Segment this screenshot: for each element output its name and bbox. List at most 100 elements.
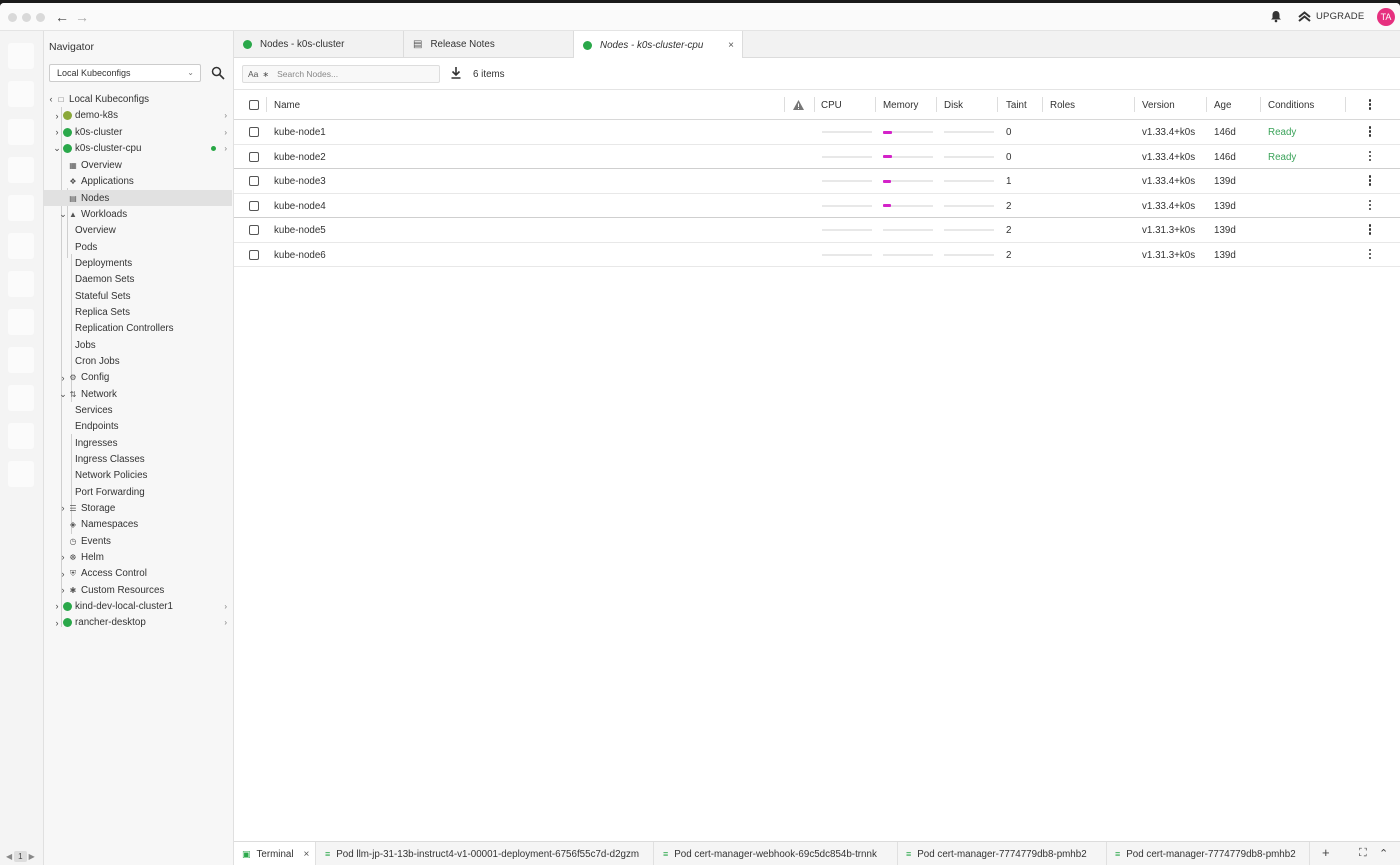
tree-item-daemon-sets[interactable]: Daemon Sets bbox=[75, 272, 134, 288]
hotbar-slot[interactable] bbox=[8, 461, 34, 487]
close-window-button[interactable] bbox=[8, 13, 17, 22]
hotbar-slot[interactable] bbox=[8, 195, 34, 221]
match-case-toggle[interactable]: Aa bbox=[248, 69, 258, 79]
pager-prev-icon[interactable]: ◀ bbox=[6, 852, 12, 861]
maximize-window-button[interactable] bbox=[36, 13, 45, 22]
row-menu-icon[interactable] bbox=[1368, 175, 1372, 187]
chevron-up-icon[interactable]: ⌃ bbox=[1379, 847, 1388, 860]
tree-cluster-k0s-cluster-cpu[interactable]: ⌄ k0s-cluster-cpu › bbox=[52, 141, 232, 157]
upgrade-button[interactable]: UPGRADE bbox=[1298, 11, 1364, 22]
table-row[interactable]: kube-node4 2 v1.33.4+k0s 139d bbox=[234, 193, 1400, 218]
tree-item-replication-controllers[interactable]: Replication Controllers bbox=[75, 321, 174, 337]
tree-cluster-k0s-cluster[interactable]: › k0s-cluster › bbox=[52, 124, 232, 140]
tree-item-applications[interactable]: ❖ Applications bbox=[68, 174, 232, 190]
regex-icon[interactable]: ∗ bbox=[262, 70, 269, 79]
row-checkbox[interactable] bbox=[249, 176, 259, 186]
dock-tab-pod-logs[interactable]: ≡ Pod cert-manager-webhook-69c5dc854b-tr… bbox=[655, 842, 898, 865]
column-menu-icon[interactable] bbox=[1368, 99, 1372, 111]
column-header-memory[interactable]: Memory bbox=[883, 100, 918, 111]
download-icon[interactable] bbox=[450, 66, 462, 80]
column-header-version[interactable]: Version bbox=[1142, 100, 1175, 111]
column-header-cpu[interactable]: CPU bbox=[821, 100, 842, 111]
hotbar-slot[interactable] bbox=[8, 43, 34, 69]
select-all-checkbox[interactable] bbox=[249, 100, 259, 110]
forward-arrow-icon[interactable]: → bbox=[75, 9, 89, 25]
dock-tab-pod-logs[interactable]: ≡ Pod cert-manager-7774779db8-pmhb2 bbox=[1107, 842, 1310, 865]
dock-tab-terminal[interactable]: ▣ Terminal × bbox=[234, 842, 316, 865]
column-header-conditions[interactable]: Conditions bbox=[1268, 100, 1314, 111]
dock-tab-pod-logs[interactable]: ≡ Pod cert-manager-7774779db8-pmhb2 bbox=[898, 842, 1107, 865]
tree-cluster-demo-k8s[interactable]: › demo-k8s › bbox=[52, 108, 232, 124]
tree-group-storage[interactable]: › ☰ Storage bbox=[58, 500, 232, 516]
fullscreen-icon[interactable]: ⛶ bbox=[1359, 847, 1367, 860]
tree-item-services[interactable]: Services bbox=[75, 402, 113, 418]
dock-tab-pod-logs[interactable]: ≡ Pod llm-jp-31-13b-instruct4-v1-00001-d… bbox=[317, 842, 654, 865]
tree-group-access-control[interactable]: › ⛨ Access Control bbox=[58, 566, 232, 582]
tree-group-network[interactable]: ⌄ ⇅ Network bbox=[58, 386, 232, 402]
new-tab-plus-icon[interactable]: + bbox=[1322, 845, 1330, 860]
hotbar-slot[interactable] bbox=[8, 347, 34, 373]
row-menu-icon[interactable] bbox=[1368, 126, 1372, 138]
tree-item-nodes[interactable]: ▤ Nodes bbox=[44, 190, 232, 206]
search-icon[interactable] bbox=[211, 66, 225, 80]
row-menu-icon[interactable] bbox=[1368, 224, 1372, 236]
column-header-taints[interactable]: Taint bbox=[1006, 100, 1027, 111]
tree-item-workloads-overview[interactable]: Overview bbox=[75, 223, 116, 239]
tree-cluster-rancher-desktop[interactable]: › rancher-desktop › bbox=[52, 615, 232, 631]
row-checkbox[interactable] bbox=[249, 249, 259, 260]
tree-group-custom-resources[interactable]: › ✱ Custom Resources bbox=[58, 582, 232, 598]
tree-item-pods[interactable]: Pods bbox=[75, 239, 97, 255]
column-header-roles[interactable]: Roles bbox=[1050, 100, 1075, 111]
row-checkbox[interactable] bbox=[249, 151, 259, 162]
tree-item-overview[interactable]: ▦ Overview bbox=[68, 157, 232, 173]
tree-cluster-kind-dev-local-cluster1[interactable]: › kind-dev-local-cluster1 › bbox=[52, 598, 232, 614]
avatar[interactable]: TA bbox=[1377, 8, 1395, 26]
row-menu-icon[interactable] bbox=[1368, 150, 1372, 163]
column-header-age[interactable]: Age bbox=[1214, 100, 1231, 111]
table-row[interactable]: kube-node2 0 v1.33.4+k0s 146d Ready bbox=[234, 144, 1400, 169]
table-row[interactable]: kube-node6 2 v1.31.3+k0s 139d bbox=[234, 242, 1400, 267]
tree-item-network-policies[interactable]: Network Policies bbox=[75, 468, 147, 484]
tree-group-config[interactable]: › ⚙ Config bbox=[58, 370, 232, 386]
close-tab-icon[interactable]: × bbox=[304, 849, 310, 860]
tree-item-stateful-sets[interactable]: Stateful Sets bbox=[75, 288, 131, 304]
search-nodes-input[interactable] bbox=[277, 69, 428, 79]
tree-item-ingress-classes[interactable]: Ingress Classes bbox=[75, 451, 145, 467]
hotbar-slot[interactable] bbox=[8, 233, 34, 259]
hotbar-slot[interactable] bbox=[8, 309, 34, 335]
kubeconfig-select[interactable]: Local Kubeconfigs ⌄ bbox=[49, 64, 201, 82]
tree-group-helm[interactable]: › ☸ Helm bbox=[58, 549, 232, 565]
tree-item-port-forwarding[interactable]: Port Forwarding bbox=[75, 484, 145, 500]
hotbar-slot[interactable] bbox=[8, 119, 34, 145]
pager-page[interactable]: 1 bbox=[14, 851, 27, 862]
tree-item-ingresses[interactable]: Ingresses bbox=[75, 435, 117, 451]
table-row[interactable]: kube-node3 1 v1.33.4+k0s 139d bbox=[234, 169, 1400, 194]
tree-item-namespaces[interactable]: ◈ Namespaces bbox=[68, 517, 232, 533]
tree-root-local-kubeconfigs[interactable]: ‹ □ Local Kubeconfigs bbox=[46, 91, 232, 107]
hotbar-slot[interactable] bbox=[8, 385, 34, 411]
hotbar-slot[interactable] bbox=[8, 81, 34, 107]
close-tab-icon[interactable]: × bbox=[728, 40, 734, 51]
column-header-name[interactable]: Name bbox=[274, 100, 300, 111]
tab-nodes-k0s-cluster[interactable]: Nodes - k0s-cluster bbox=[234, 31, 404, 58]
tree-item-jobs[interactable]: Jobs bbox=[75, 337, 96, 353]
hotbar-slot[interactable] bbox=[8, 157, 34, 183]
row-checkbox[interactable] bbox=[249, 200, 259, 211]
tab-nodes-k0s-cluster-cpu[interactable]: Nodes - k0s-cluster-cpu × bbox=[574, 31, 743, 59]
back-arrow-icon[interactable]: ← bbox=[55, 9, 69, 25]
tree-group-workloads[interactable]: ⌄ ▲ Workloads bbox=[58, 206, 232, 222]
row-checkbox[interactable] bbox=[249, 127, 259, 137]
tree-item-deployments[interactable]: Deployments bbox=[75, 255, 132, 271]
tree-item-cron-jobs[interactable]: Cron Jobs bbox=[75, 353, 120, 369]
row-checkbox[interactable] bbox=[249, 225, 259, 235]
hotbar-slot[interactable] bbox=[8, 271, 34, 297]
row-menu-icon[interactable] bbox=[1368, 199, 1372, 212]
tree-item-endpoints[interactable]: Endpoints bbox=[75, 419, 119, 435]
table-row[interactable]: kube-node5 2 v1.31.3+k0s 139d bbox=[234, 218, 1400, 243]
minimize-window-button[interactable] bbox=[22, 13, 31, 22]
pager-next-icon[interactable]: ▶ bbox=[29, 852, 35, 861]
row-menu-icon[interactable] bbox=[1368, 248, 1372, 261]
column-header-disk[interactable]: Disk bbox=[944, 100, 963, 111]
tree-item-events[interactable]: ◷ Events bbox=[68, 533, 232, 549]
warning-icon[interactable] bbox=[792, 99, 805, 111]
